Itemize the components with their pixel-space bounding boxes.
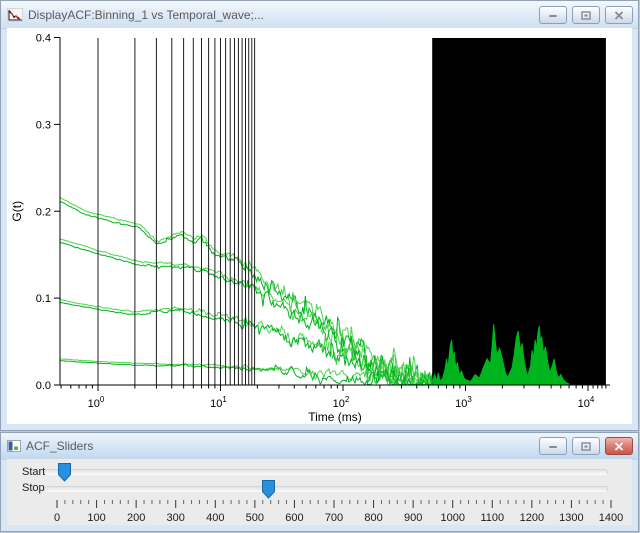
graph-client-area: 0.0 0.1 0.2 0.3 0.4 100 101 102 103 104 Time (ms) G… <box>7 28 632 424</box>
sliders-minimize-button[interactable] <box>539 437 567 455</box>
minimize-button[interactable] <box>539 6 567 24</box>
svg-text:1300: 1300 <box>559 512 583 524</box>
maximize-icon <box>581 441 591 451</box>
graph-window-titlebar[interactable]: DisplayACF:Binning_1 vs Temporal_wave;..… <box>1 1 638 29</box>
svg-text:500: 500 <box>246 512 264 524</box>
close-icon <box>614 441 624 451</box>
graph-window-title: DisplayACF:Binning_1 vs Temporal_wave;..… <box>28 7 264 22</box>
sliders-close-button[interactable] <box>605 437 633 455</box>
svg-text:700: 700 <box>325 512 343 524</box>
close-button[interactable] <box>605 6 633 24</box>
svg-text:0.3: 0.3 <box>36 119 51 131</box>
svg-text:300: 300 <box>167 512 185 524</box>
minimize-icon <box>549 14 557 17</box>
close-icon <box>614 10 624 20</box>
desktop: DisplayACF:Binning_1 vs Temporal_wave;..… <box>0 0 640 533</box>
maximize-button[interactable] <box>572 6 600 24</box>
svg-text:100: 100 <box>87 512 105 524</box>
svg-text:Time (ms): Time (ms) <box>308 410 362 424</box>
svg-text:1200: 1200 <box>520 512 544 524</box>
svg-text:200: 200 <box>127 512 145 524</box>
svg-text:100: 100 <box>88 395 105 410</box>
svg-text:102: 102 <box>333 395 350 410</box>
slider-ruler: 0 100 200 300 400 500 600 700 800 900 1000 1100 1200… <box>54 500 623 524</box>
svg-text:1000: 1000 <box>440 512 464 524</box>
svg-text:103: 103 <box>455 395 472 410</box>
svg-text:0.1: 0.1 <box>36 293 51 305</box>
stop-slider-track[interactable] <box>44 486 608 492</box>
svg-text:1100: 1100 <box>480 512 504 524</box>
sliders-window-titlebar[interactable]: ACF_Sliders <box>1 433 638 460</box>
svg-text:400: 400 <box>206 512 224 524</box>
svg-text:0.2: 0.2 <box>36 206 51 218</box>
svg-text:0.0: 0.0 <box>36 380 51 392</box>
graph-icon <box>7 7 23 22</box>
start-slider-thumb[interactable] <box>58 463 72 482</box>
panel-icon <box>7 440 21 452</box>
graph-window: DisplayACF:Binning_1 vs Temporal_wave;..… <box>0 0 639 431</box>
acf-plot[interactable]: 0.0 0.1 0.2 0.3 0.4 100 101 102 103 104 Time (ms) G… <box>7 28 632 424</box>
svg-text:900: 900 <box>404 512 422 524</box>
svg-text:600: 600 <box>285 512 303 524</box>
start-slider-label: Start <box>22 466 46 478</box>
svg-text:0: 0 <box>54 512 60 524</box>
sliders-maximize-button[interactable] <box>572 437 600 455</box>
svg-text:0.4: 0.4 <box>36 33 51 45</box>
start-slider-track[interactable] <box>44 469 608 475</box>
svg-text:G(t): G(t) <box>10 201 24 222</box>
minimize-icon <box>549 445 557 448</box>
sliders-window-title: ACF_Sliders <box>26 439 94 453</box>
svg-text:104: 104 <box>578 395 595 410</box>
maximize-icon <box>581 10 591 20</box>
sliders-window: ACF_Sliders Start Stop 0 100 200 300 400… <box>0 432 639 532</box>
svg-text:800: 800 <box>364 512 382 524</box>
svg-text:101: 101 <box>210 395 227 410</box>
svg-text:1400: 1400 <box>599 512 623 524</box>
stop-slider-label: Stop <box>22 482 45 494</box>
sliders-client-area: Start Stop 0 100 200 300 400 500 600 700 800 900 1… <box>7 459 632 525</box>
